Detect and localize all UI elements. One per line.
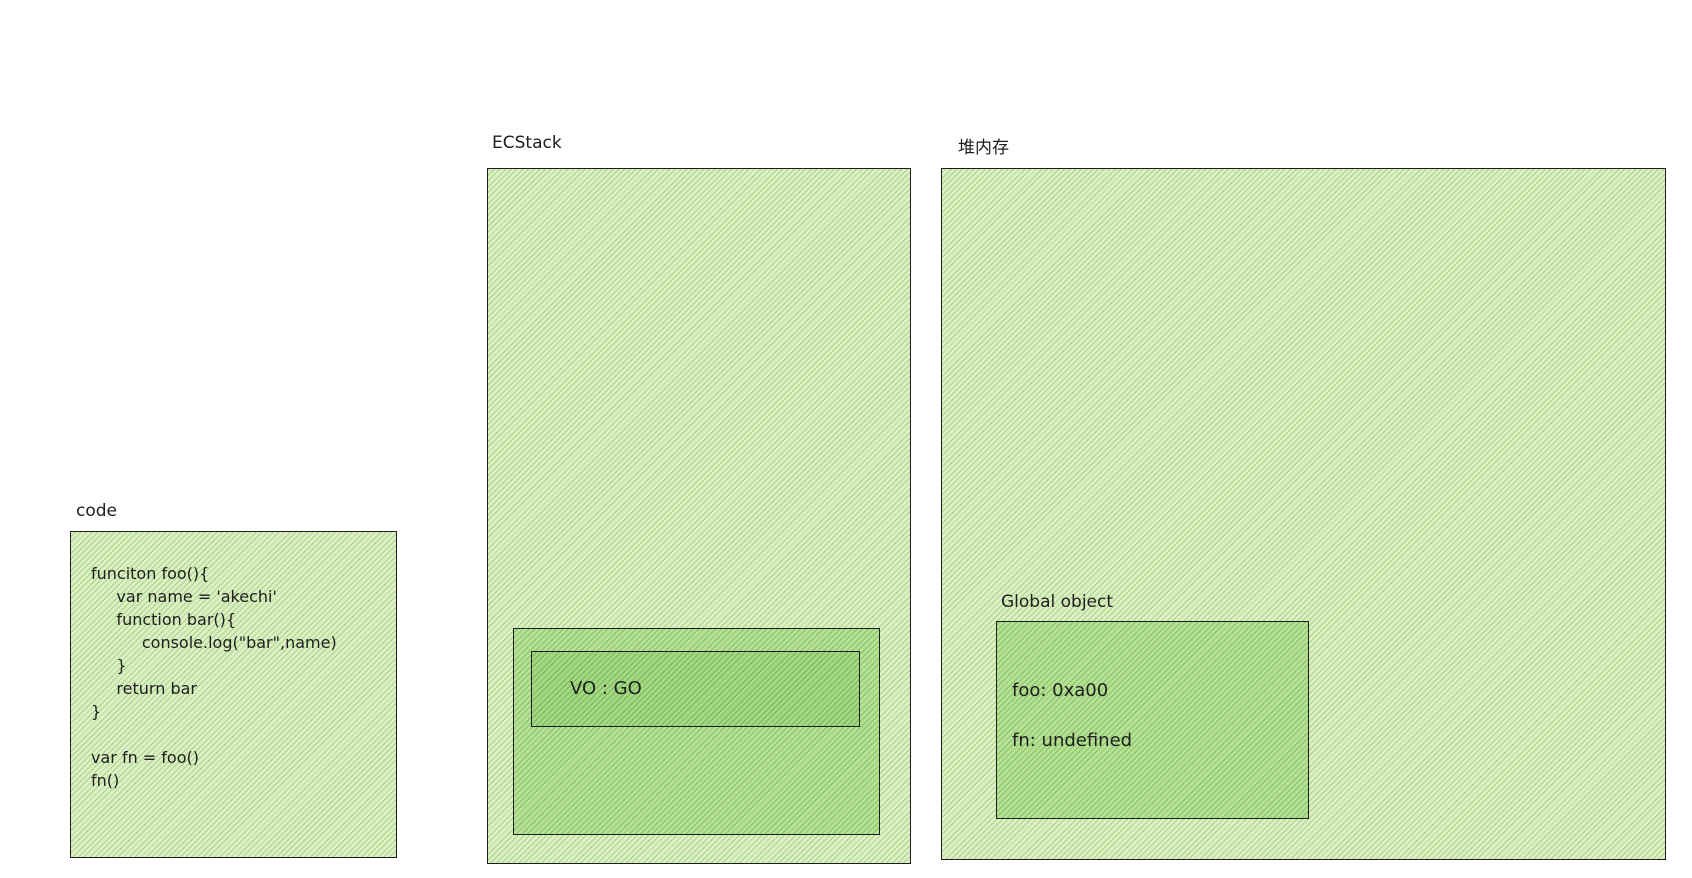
code-line: var fn = foo() <box>91 748 199 767</box>
vo-box: VO : GO <box>531 651 860 727</box>
code-lines: funciton foo(){ var name = 'akechi' func… <box>91 562 337 792</box>
code-panel-label: code <box>76 501 117 521</box>
code-panel: funciton foo(){ var name = 'akechi' func… <box>70 531 397 858</box>
code-line: var name = 'akechi' <box>91 587 277 606</box>
code-line: fn() <box>91 771 120 790</box>
ecstack-panel: VO : GO <box>487 168 911 864</box>
code-line: console.log("bar",name) <box>91 633 337 652</box>
global-execution-context: VO : GO <box>513 628 880 835</box>
heap-panel: Global object foo: 0xa00 fn: undefined <box>941 168 1666 860</box>
code-line: } <box>91 656 127 675</box>
global-object-box: foo: 0xa00 fn: undefined <box>996 621 1309 819</box>
vo-text: VO : GO <box>570 678 642 699</box>
code-line: funciton foo(){ <box>91 564 210 583</box>
code-line: } <box>91 702 102 721</box>
code-line: return bar <box>91 679 197 698</box>
heap-label: 堆内存 <box>958 138 1009 158</box>
code-line: function bar(){ <box>91 610 237 629</box>
fn-entry: fn: undefined <box>1012 730 1133 751</box>
foo-entry: foo: 0xa00 <box>1012 680 1109 701</box>
ecstack-label: ECStack <box>492 133 562 153</box>
global-object-label: Global object <box>1001 592 1114 612</box>
